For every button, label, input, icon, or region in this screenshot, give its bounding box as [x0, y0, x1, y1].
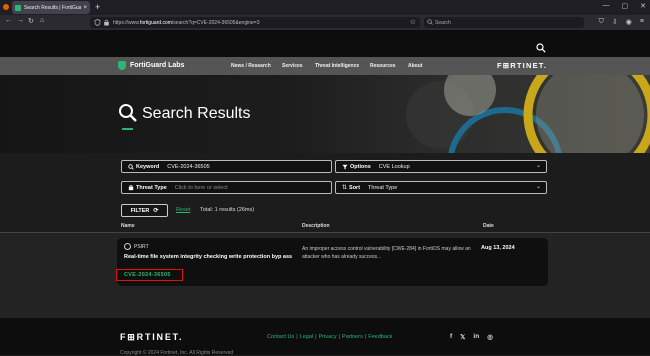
url-domain: fortiguard.com	[139, 19, 172, 26]
fortiguard-shield-icon	[118, 61, 126, 70]
browser-search-placeholder: Search	[435, 19, 451, 26]
nav-news-research[interactable]: News / Research	[231, 63, 271, 69]
shield-icon	[94, 19, 101, 26]
maximize-button[interactable]: ▢	[622, 2, 629, 10]
search-icon	[427, 19, 433, 25]
fortiguard-logo[interactable]: FortiGuard Labs	[118, 61, 184, 70]
fortinet-logo[interactable]: F⊞RTINET.	[497, 61, 547, 70]
browser-search-input[interactable]: Search	[424, 17, 584, 28]
footer-link-feedback[interactable]: Feedback	[368, 334, 392, 340]
extensions-icon[interactable]: ⇩	[612, 18, 618, 26]
cve-highlight-box	[116, 269, 183, 281]
sort-label: Sort	[349, 184, 361, 191]
url-bar[interactable]: https://www. fortiguard.com/search?q=CVE-…	[90, 17, 420, 28]
facebook-icon[interactable]: f	[450, 333, 452, 341]
keyword-label: Keyword	[136, 163, 160, 170]
keyword-search-icon	[128, 163, 134, 170]
bookmark-star-icon[interactable]: ☆	[410, 18, 416, 26]
result-source-label: PSIRT	[134, 243, 149, 250]
refresh-icon: ⟳	[153, 208, 159, 214]
hero-banner	[0, 75, 650, 153]
result-title[interactable]: Real-time file system integrity checking…	[124, 253, 294, 261]
copyright-text: Copyright © 2024 Fortinet, Inc. All Righ…	[120, 350, 234, 356]
result-source: PSIRT	[124, 243, 149, 250]
nav-resources[interactable]: Resources	[370, 63, 396, 69]
filter-button[interactable]: FILTER ⟳	[121, 204, 168, 217]
browser-nav-bar: ← → ↻ ⌂ https://www. fortiguard.com/searc…	[0, 15, 650, 30]
sort-icon: ⇅	[342, 185, 348, 191]
link-separator: |	[338, 334, 341, 340]
footer-links: Contact Us | Legal | Privacy | Partners | Feedba…	[267, 334, 392, 340]
lock-icon	[104, 19, 109, 26]
filter-button-label: FILTER	[130, 207, 150, 214]
hero-search-icon	[119, 104, 137, 122]
browser-tab[interactable]: Search Results | FortiGuard Labs ×	[12, 1, 90, 14]
footer-link-privacy[interactable]: Privacy	[319, 334, 337, 340]
pocket-icon[interactable]: ⛉	[599, 18, 604, 26]
site-top-strip	[0, 30, 650, 57]
minimize-button[interactable]: —	[603, 2, 610, 10]
threat-type-icon	[128, 184, 134, 190]
footer-link-legal[interactable]: Legal	[300, 334, 313, 340]
column-header-name[interactable]: Name	[121, 223, 135, 229]
reset-link[interactable]: Reset	[176, 207, 190, 213]
column-header-date[interactable]: Date	[483, 223, 494, 229]
options-select[interactable]: Options CVE Lookup ⌄	[335, 160, 547, 173]
page-title: Search Results	[142, 105, 251, 122]
tab-title: Search Results | FortiGuard Labs	[24, 4, 82, 11]
sort-select[interactable]: ⇅ Sort Threat Type ⌄	[335, 181, 547, 194]
title-underline	[122, 128, 133, 130]
filter-funnel-icon	[342, 164, 348, 169]
total-results: Total: 1 results (26ms)	[200, 207, 255, 213]
link-separator: |	[296, 334, 298, 340]
window-controls: — ▢ ✕	[603, 2, 647, 10]
chevron-down-icon: ⌄	[535, 163, 541, 169]
sort-value: Threat Type	[368, 184, 398, 191]
new-tab-button[interactable]: +	[95, 2, 100, 12]
result-description: An improper access control vulnerability…	[302, 246, 471, 260]
home-icon[interactable]: ⌂	[40, 17, 44, 24]
magnifier-illustration	[406, 75, 650, 153]
url-path: /search?q=CVE-2024-36505&engine=3	[171, 19, 260, 26]
reload-icon[interactable]: ↻	[28, 17, 34, 25]
account-icon[interactable]: ◉	[626, 18, 632, 26]
footer-link-contact[interactable]: Contact Us	[267, 334, 294, 340]
close-window-button[interactable]: ✕	[640, 2, 646, 10]
keyword-field[interactable]: Keyword CVE-2024-36505	[121, 160, 332, 173]
nav-about[interactable]: About	[408, 63, 422, 69]
keyword-value: CVE-2024-36505	[167, 163, 210, 170]
x-twitter-icon[interactable]: 𝕏	[460, 333, 465, 341]
browser-tab-bar: Search Results | FortiGuard Labs × + — ▢…	[0, 0, 650, 15]
firefox-menu-icon[interactable]	[3, 4, 9, 10]
psirt-icon	[124, 243, 131, 250]
back-icon[interactable]: ←	[5, 17, 12, 24]
footer-fortinet-logo[interactable]: F⊞RTINET.	[120, 332, 183, 343]
threat-type-label: Threat Type	[136, 184, 167, 191]
link-separator: |	[364, 334, 367, 340]
tab-close-icon[interactable]: ×	[83, 5, 87, 11]
social-links: f 𝕏 in ◎	[450, 333, 493, 341]
instagram-icon[interactable]: ◎	[487, 333, 493, 341]
link-separator: |	[315, 334, 317, 340]
chevron-down-icon: ⌄	[535, 184, 541, 190]
options-value: CVE Lookup	[378, 163, 410, 170]
url-prefix: https://www.	[113, 19, 140, 26]
result-date: Aug 13, 2024	[481, 245, 515, 251]
logo-text: FortiGuard Labs	[130, 62, 185, 69]
options-label: Options	[350, 163, 371, 170]
forward-icon[interactable]: →	[17, 17, 24, 24]
footer-link-partners[interactable]: Partners	[342, 334, 363, 340]
nav-threat-intelligence[interactable]: Threat Intelligence	[315, 63, 359, 69]
linkedin-icon[interactable]: in	[473, 333, 479, 341]
threat-type-placeholder: Click to here or select	[174, 184, 228, 191]
site-search-icon[interactable]	[536, 43, 546, 53]
app-menu-icon[interactable]: ≡	[640, 18, 644, 26]
column-header-description[interactable]: Description	[302, 223, 330, 229]
threat-type-field[interactable]: Threat Type Click to here or select	[121, 181, 332, 194]
nav-services[interactable]: Services	[282, 63, 303, 69]
tab-favicon-icon	[15, 4, 21, 11]
